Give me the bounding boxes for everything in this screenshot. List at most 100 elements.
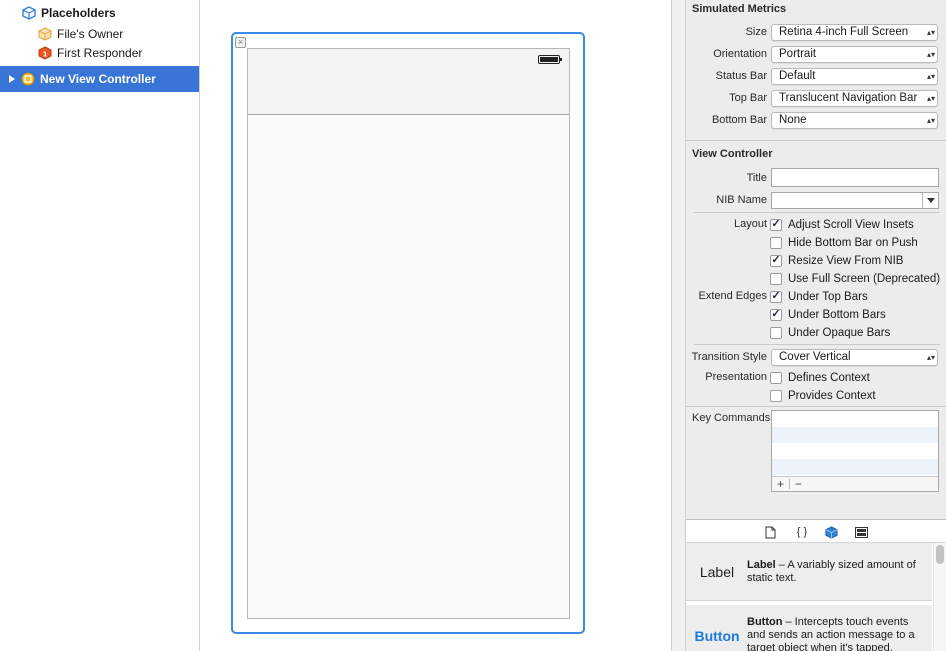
- under-top-bars-checkbox[interactable]: ✓ Under Top Bars: [770, 289, 868, 304]
- svg-text:1: 1: [43, 51, 48, 59]
- popup-arrows-icon: ▴▾: [927, 94, 936, 103]
- checkbox-icon[interactable]: [770, 272, 782, 285]
- under-opaque-bars-checkbox[interactable]: Under Opaque Bars: [770, 325, 890, 340]
- layout-label: Layout: [733, 218, 767, 230]
- use-full-screen-checkbox[interactable]: Use Full Screen (Deprecated): [770, 271, 940, 286]
- outline-placeholders-label: Placeholders: [41, 6, 116, 20]
- under-top-bars-label: Under Top Bars: [788, 290, 868, 303]
- checkbox-icon[interactable]: ✓: [770, 254, 782, 267]
- section-divider: [694, 344, 940, 345]
- checkbox-icon[interactable]: [770, 389, 782, 402]
- close-icon[interactable]: ×: [235, 37, 246, 48]
- bottom-bar-label: Bottom Bar: [711, 114, 767, 126]
- code-snippet-icon[interactable]: { }: [792, 524, 812, 540]
- checkbox-icon[interactable]: [770, 371, 782, 384]
- cube-icon: [22, 6, 36, 20]
- size-label: Size: [745, 26, 767, 38]
- extend-edges-label: Extend Edges: [698, 290, 768, 302]
- title-label: Title: [746, 172, 767, 184]
- object-library[interactable]: Label Label – A variably sized amount of…: [686, 543, 946, 651]
- simulated-metrics-title: Simulated Metrics: [692, 3, 787, 15]
- checkbox-icon[interactable]: [770, 326, 782, 339]
- files-owner-label: File's Owner: [57, 27, 124, 41]
- popup-arrows-icon: ▴▾: [927, 116, 936, 125]
- library-tab-bar: { }: [686, 519, 946, 543]
- library-item-button[interactable]: Button Button – Intercepts touch events …: [686, 605, 932, 651]
- media-library-icon[interactable]: [853, 524, 869, 540]
- top-bar-value: Translucent Navigation Bar: [779, 92, 918, 104]
- view-controller-scene[interactable]: ×: [231, 32, 585, 634]
- button-name: Button: [747, 616, 783, 628]
- outline-item-view-controller[interactable]: New View Controller: [0, 66, 199, 92]
- outline-item-first-responder[interactable]: 1 First Responder: [0, 43, 199, 63]
- defines-context-checkbox[interactable]: Defines Context: [770, 370, 870, 385]
- popup-arrows-icon: ▴▾: [927, 28, 936, 37]
- top-bar-popup[interactable]: Translucent Navigation Bar ▴▾: [771, 90, 938, 107]
- transition-style-value: Cover Vertical: [779, 351, 851, 363]
- defines-context-label: Defines Context: [788, 371, 870, 384]
- key-commands-table[interactable]: + −: [771, 410, 939, 492]
- top-bar-label: Top Bar: [729, 92, 767, 104]
- outline-placeholders-header[interactable]: Placeholders: [0, 3, 199, 23]
- table-row[interactable]: [772, 427, 938, 443]
- button-description: Button – Intercepts touch events and sen…: [747, 616, 925, 651]
- adjust-scroll-checkbox[interactable]: ✓ Adjust Scroll View Insets: [770, 217, 914, 232]
- popup-arrows-icon: ▴▾: [927, 353, 936, 362]
- size-popup[interactable]: Retina 4-inch Full Screen ▴▾: [771, 24, 938, 41]
- battery-icon: [538, 55, 562, 64]
- outline-item-files-owner[interactable]: File's Owner: [0, 24, 199, 44]
- view-controller-view[interactable]: [247, 48, 570, 619]
- title-field[interactable]: [771, 168, 939, 187]
- add-button[interactable]: +: [772, 477, 789, 491]
- presentation-label: Presentation: [705, 371, 767, 383]
- label-thumbnail: Label: [699, 564, 735, 580]
- checkbox-icon[interactable]: ✓: [770, 290, 782, 303]
- navigation-bar[interactable]: [248, 49, 569, 115]
- interface-canvas[interactable]: ×: [200, 0, 671, 651]
- resize-view-checkbox[interactable]: ✓ Resize View From NIB: [770, 253, 903, 268]
- under-bottom-bars-checkbox[interactable]: ✓ Under Bottom Bars: [770, 307, 886, 322]
- popup-arrows-icon: ▴▾: [927, 50, 936, 59]
- chevron-down-icon[interactable]: [922, 193, 938, 208]
- orientation-label: Orientation: [713, 48, 767, 60]
- remove-button[interactable]: −: [790, 477, 807, 491]
- key-commands-label: Key Commands: [692, 412, 771, 424]
- under-bottom-bars-label: Under Bottom Bars: [788, 308, 886, 321]
- files-owner-icon: [38, 27, 52, 41]
- size-value: Retina 4-inch Full Screen: [779, 26, 909, 38]
- section-divider: [686, 406, 946, 407]
- transition-style-label: Transition Style: [691, 351, 767, 363]
- adjust-scroll-label: Adjust Scroll View Insets: [788, 218, 914, 231]
- key-commands-footer: + −: [772, 476, 938, 491]
- checkbox-icon[interactable]: [770, 236, 782, 249]
- section-divider: [686, 140, 946, 141]
- status-bar-label: Status Bar: [715, 70, 767, 82]
- library-scrollbar[interactable]: [933, 543, 946, 651]
- attributes-inspector: Simulated Metrics Size Retina 4-inch Ful…: [686, 0, 946, 519]
- resize-view-label: Resize View From NIB: [788, 254, 904, 267]
- table-row[interactable]: [772, 459, 938, 475]
- disclosure-triangle-icon[interactable]: [9, 75, 15, 83]
- nib-name-combo[interactable]: [771, 192, 939, 209]
- hide-bottom-bar-checkbox[interactable]: Hide Bottom Bar on Push: [770, 235, 918, 250]
- bottom-bar-popup[interactable]: None ▴▾: [771, 112, 938, 129]
- provides-context-checkbox[interactable]: Provides Context: [770, 388, 876, 403]
- first-responder-label: First Responder: [57, 46, 143, 60]
- scrollbar-thumb[interactable]: [936, 545, 944, 564]
- file-template-icon[interactable]: [762, 524, 778, 540]
- under-opaque-bars-label: Under Opaque Bars: [788, 326, 891, 339]
- label-name: Label: [747, 559, 776, 571]
- section-divider: [694, 212, 940, 213]
- library-item-label[interactable]: Label Label – A variably sized amount of…: [686, 543, 932, 601]
- popup-arrows-icon: ▴▾: [927, 72, 936, 81]
- view-controller-title: View Controller: [692, 148, 773, 160]
- checkbox-icon[interactable]: ✓: [770, 308, 782, 321]
- orientation-popup[interactable]: Portrait ▴▾: [771, 46, 938, 63]
- status-bar-popup[interactable]: Default ▴▾: [771, 68, 938, 85]
- panel-splitter[interactable]: [671, 0, 686, 651]
- checkbox-icon[interactable]: ✓: [770, 218, 782, 231]
- transition-style-popup[interactable]: Cover Vertical ▴▾: [771, 349, 938, 366]
- view-controller-icon: [21, 72, 35, 86]
- object-library-icon[interactable]: [823, 524, 839, 540]
- nib-name-label: NIB Name: [716, 194, 767, 206]
